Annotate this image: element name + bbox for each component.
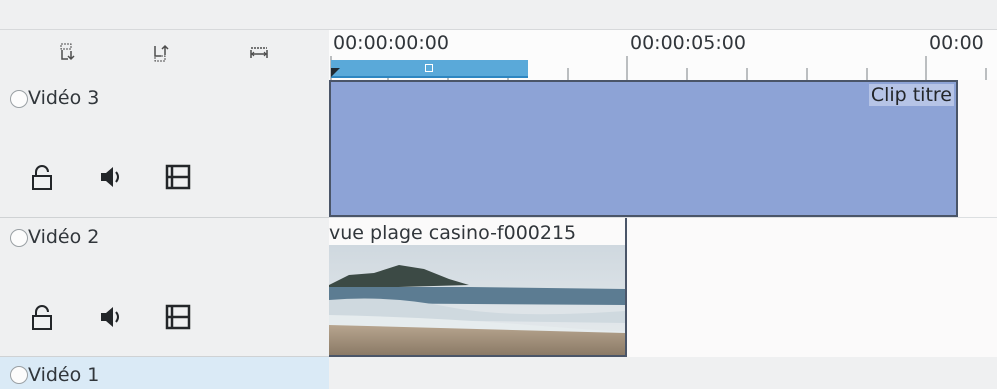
film-icon[interactable] <box>163 302 193 332</box>
timeline-window: 00:00:00:00 00:00:05:00 00:00 Vidéo 3 Vi… <box>0 0 997 389</box>
speaker-icon[interactable] <box>95 162 125 192</box>
ruler-time-label: 00:00:00:00 <box>333 32 449 54</box>
ruler-time-label: 00:00:05:00 <box>630 32 746 54</box>
ruler-time-label: 00:00 <box>929 32 984 54</box>
track-header-video-3[interactable]: Vidéo 3 <box>0 80 329 218</box>
fit-zoom-in-icon[interactable] <box>58 42 80 64</box>
clip-label: Clip titre <box>868 84 954 106</box>
lock-icon[interactable] <box>27 302 57 332</box>
fit-width-icon[interactable] <box>248 42 270 64</box>
lane-video-1[interactable] <box>329 357 997 389</box>
top-strip <box>0 0 997 30</box>
track-name: Vidéo 3 <box>28 87 100 109</box>
lock-icon[interactable] <box>27 162 57 192</box>
playhead-marker[interactable] <box>331 68 340 77</box>
zone-handle[interactable] <box>425 64 433 72</box>
track-header-video-2[interactable]: Vidéo 2 <box>0 218 329 357</box>
track-select-radio[interactable] <box>10 229 28 247</box>
timeline-ruler[interactable]: 00:00:00:00 00:00:05:00 00:00 <box>329 30 997 80</box>
speaker-icon[interactable] <box>95 302 125 332</box>
film-icon[interactable] <box>163 162 193 192</box>
track-select-radio[interactable] <box>10 366 28 384</box>
fit-zoom-out-icon[interactable] <box>152 42 174 64</box>
title-clip[interactable]: Clip titre <box>329 80 958 217</box>
track-select-radio[interactable] <box>10 90 28 108</box>
track-name: Vidéo 1 <box>28 364 100 386</box>
track-header-toolbar <box>0 30 329 80</box>
track-header-video-1[interactable]: Vidéo 1 <box>0 357 329 389</box>
track-name: Vidéo 2 <box>28 226 100 248</box>
clip-thumbnail <box>329 245 625 355</box>
video-clip[interactable]: vue plage casino-f000215 <box>329 218 627 357</box>
clip-label: vue plage casino-f000215 <box>329 222 577 244</box>
